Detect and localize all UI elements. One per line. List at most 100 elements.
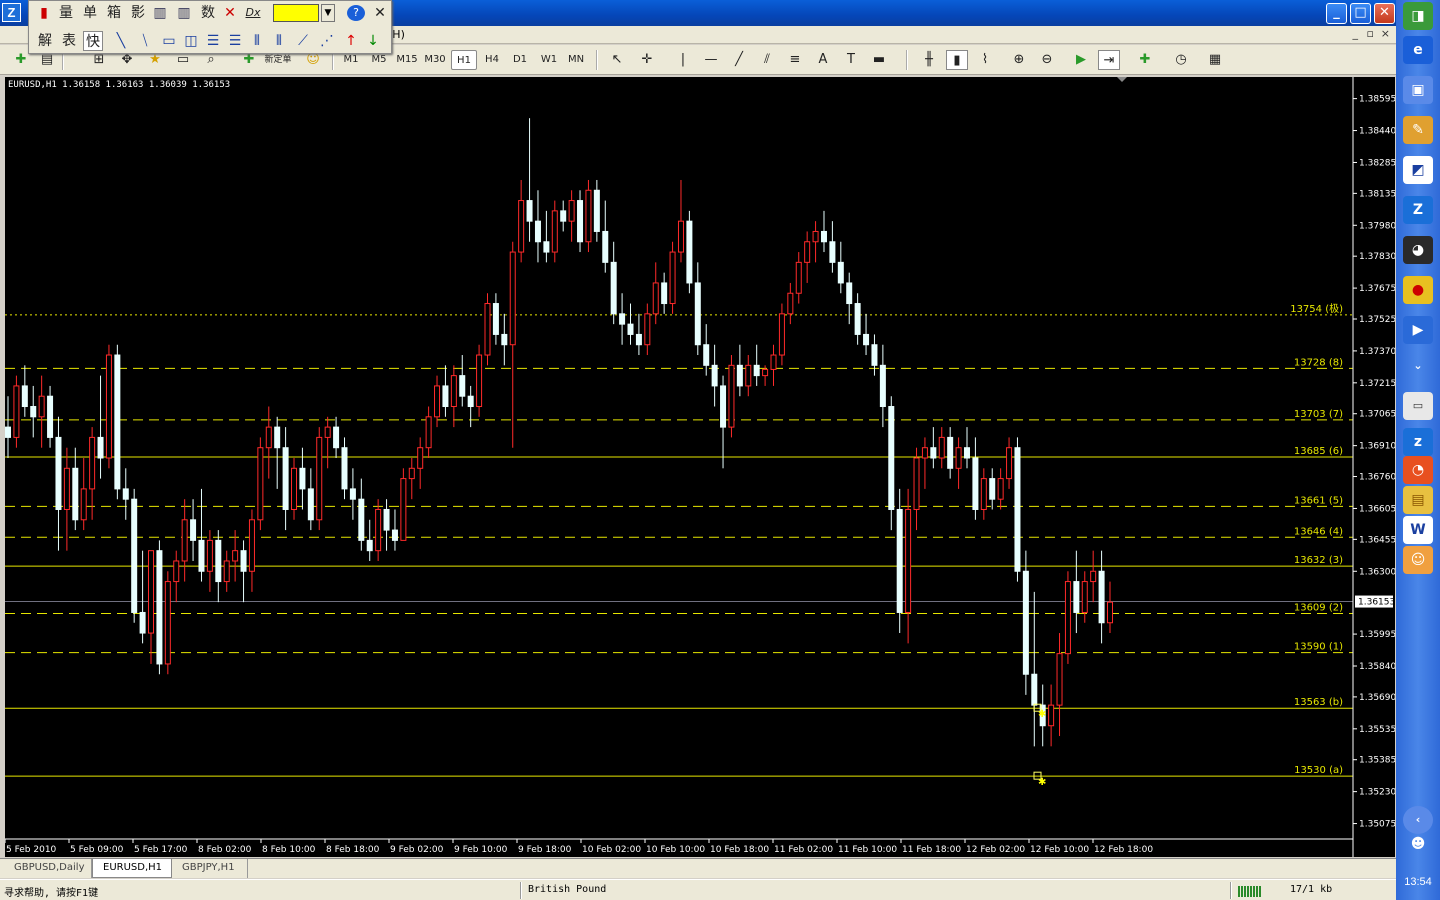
tab-gbpusd-daily[interactable]: GBPUSD,Daily — [4, 859, 92, 878]
timeframe-mn[interactable]: MN — [563, 50, 589, 70]
qq-icon[interactable]: ◕ — [1403, 236, 1433, 264]
z-app-icon[interactable]: Z — [1403, 196, 1433, 224]
zoom-in-icon[interactable]: ⊕ — [1008, 50, 1030, 70]
crosshair-icon[interactable]: ✛ — [636, 50, 658, 70]
tool-fast[interactable]: 快 — [83, 31, 103, 51]
line-chart-icon[interactable]: ⌇ — [974, 50, 996, 70]
tray-chart-icon[interactable]: ◔ — [1403, 456, 1433, 484]
line-tool-icon[interactable]: ╲ — [111, 31, 131, 51]
candle-body — [593, 189, 600, 232]
dx-tool[interactable]: Dx — [243, 3, 263, 23]
media-icon[interactable]: ▶ — [1403, 316, 1433, 344]
horizontal-line-icon[interactable]: — — [700, 50, 722, 70]
zoom-out-icon[interactable]: ⊖ — [1036, 50, 1058, 70]
chart-shift-icon[interactable]: ⇥ — [1098, 50, 1120, 70]
rectangle-tool-icon[interactable]: ▭ — [159, 31, 179, 51]
time-label: 9 Feb 10:00 — [454, 845, 508, 855]
ellipse-tool-icon[interactable]: ◫ — [181, 31, 201, 51]
grid-app-icon[interactable]: ◩ — [1403, 156, 1433, 184]
gann-fan-icon[interactable]: ⋰ — [317, 31, 337, 51]
bar-chart-icon[interactable]: ╫ — [918, 50, 940, 70]
desktop-icon[interactable]: ◨ — [1403, 2, 1433, 30]
indicators-icon[interactable]: ✚ — [1134, 50, 1156, 70]
close-icon[interactable]: ✕ — [371, 3, 389, 23]
tab-eurusd-h1[interactable]: EURUSD,H1 — [92, 859, 172, 878]
fib-ext-tool-icon[interactable]: ☰ — [225, 31, 245, 51]
maximize-button[interactable]: □ — [1350, 3, 1371, 24]
channel-tool-icon[interactable]: ⧹ — [135, 31, 155, 51]
cursor-icon[interactable]: ↖ — [606, 50, 628, 70]
candle-body — [568, 200, 575, 222]
mdi-restore-button[interactable]: ▫ — [1367, 27, 1374, 40]
bars-icon[interactable]: ▥ — [151, 3, 169, 23]
vertical-line-icon[interactable]: | — [672, 50, 694, 70]
gann-grid-icon[interactable]: ⦀ — [247, 31, 267, 51]
arrow-down-icon[interactable]: ↓ — [363, 31, 383, 51]
app-icon[interactable]: Z — [2, 3, 21, 22]
tray-word-icon[interactable]: W — [1403, 516, 1433, 544]
timeframe-m30[interactable]: M30 — [422, 50, 448, 70]
tool-shadow[interactable]: 影 — [129, 3, 147, 23]
auto-scroll-icon[interactable]: ▶ — [1070, 50, 1092, 70]
expand-icon[interactable]: ⌄ — [1403, 352, 1433, 380]
fibonacci-icon[interactable]: ≡ — [784, 50, 806, 70]
trendline-icon[interactable]: ╱ — [728, 50, 750, 70]
help-icon[interactable]: ? — [347, 5, 365, 21]
color-picker[interactable] — [273, 4, 319, 22]
level-label: 13661 (5) — [1294, 495, 1343, 506]
mdi-close-button[interactable]: × — [1381, 27, 1390, 40]
chevron-down-icon[interactable]: ▼ — [321, 4, 335, 22]
candle-body — [644, 313, 651, 346]
cross-tool-icon[interactable]: ✕ — [221, 3, 239, 23]
price-label: 1.38285 — [1359, 158, 1395, 168]
image-viewer-icon[interactable]: ▣ — [1403, 76, 1433, 104]
price-label: 1.36605 — [1359, 504, 1395, 514]
timeframe-h1[interactable]: H1 — [451, 50, 477, 70]
tool-single[interactable]: 单 — [81, 3, 99, 23]
equidistant-channel-icon[interactable]: ⫽ — [756, 50, 778, 70]
paint-icon[interactable]: ✎ — [1403, 116, 1433, 144]
text-label-icon[interactable]: T — [840, 50, 862, 70]
browser-icon[interactable]: e — [1403, 36, 1433, 64]
fib-tool-icon[interactable]: ☰ — [203, 31, 223, 51]
timeframe-m15[interactable]: M15 — [394, 50, 420, 70]
timeframe-w1[interactable]: W1 — [536, 50, 562, 70]
candle-body — [1014, 447, 1021, 572]
tool-table[interactable]: 表 — [59, 31, 79, 51]
arrows-icon[interactable]: ▬ — [868, 50, 890, 70]
close-button[interactable]: ✕ — [1374, 3, 1395, 24]
tool-explain[interactable]: 解 — [35, 31, 55, 51]
tool-volume[interactable]: 量 — [57, 3, 75, 23]
templates-icon[interactable]: ▦ — [1204, 50, 1226, 70]
tool-number[interactable]: 数 — [199, 3, 217, 23]
candlestick-chart: 13754 (极) 13728 (8) 13703 (7) 13685 (6) 1366… — [5, 77, 1395, 857]
timeframe-h4[interactable]: H4 — [479, 50, 505, 70]
candle-body — [97, 436, 104, 459]
mdi-minimize-button[interactable]: _ — [1353, 27, 1359, 40]
candle-body — [778, 313, 785, 356]
candlestick-chart-icon[interactable]: ▮ — [946, 50, 968, 70]
tray-users-icon[interactable]: ☻ — [1403, 830, 1433, 858]
candle-body — [316, 436, 323, 521]
text-icon[interactable]: A — [812, 50, 834, 70]
tray-folder-icon[interactable]: ▤ — [1403, 486, 1433, 514]
tray-smile-icon[interactable]: ☺ — [1403, 546, 1433, 574]
tray-z-icon[interactable]: z — [1403, 428, 1433, 456]
keyboard-icon[interactable]: ▭ — [1403, 392, 1433, 420]
timeframe-d1[interactable]: D1 — [507, 50, 533, 70]
histogram-icon[interactable]: ▥ — [175, 3, 193, 23]
candle-body — [215, 539, 222, 583]
minimize-button[interactable]: _ — [1326, 3, 1347, 24]
price-chart[interactable]: 13754 (极) 13728 (8) 13703 (7) 13685 (6) 1366… — [5, 77, 1395, 857]
gann-line-icon[interactable]: ⟋ — [293, 31, 313, 51]
arrow-up-icon[interactable]: ↑ — [341, 31, 361, 51]
player-icon[interactable]: ● — [1403, 276, 1433, 304]
cycle-lines-icon[interactable]: ⦀ — [269, 31, 289, 51]
time-label: 8 Feb 02:00 — [198, 845, 252, 855]
time-label: 9 Feb 02:00 — [390, 845, 444, 855]
candle-tool-icon[interactable]: ▮ — [35, 3, 53, 23]
tab-gbpjpy-h1[interactable]: GBPJPY,H1 — [172, 859, 248, 878]
periods-icon[interactable]: ◷ — [1170, 50, 1192, 70]
tool-box[interactable]: 箱 — [105, 3, 123, 23]
candle-body — [980, 478, 987, 510]
